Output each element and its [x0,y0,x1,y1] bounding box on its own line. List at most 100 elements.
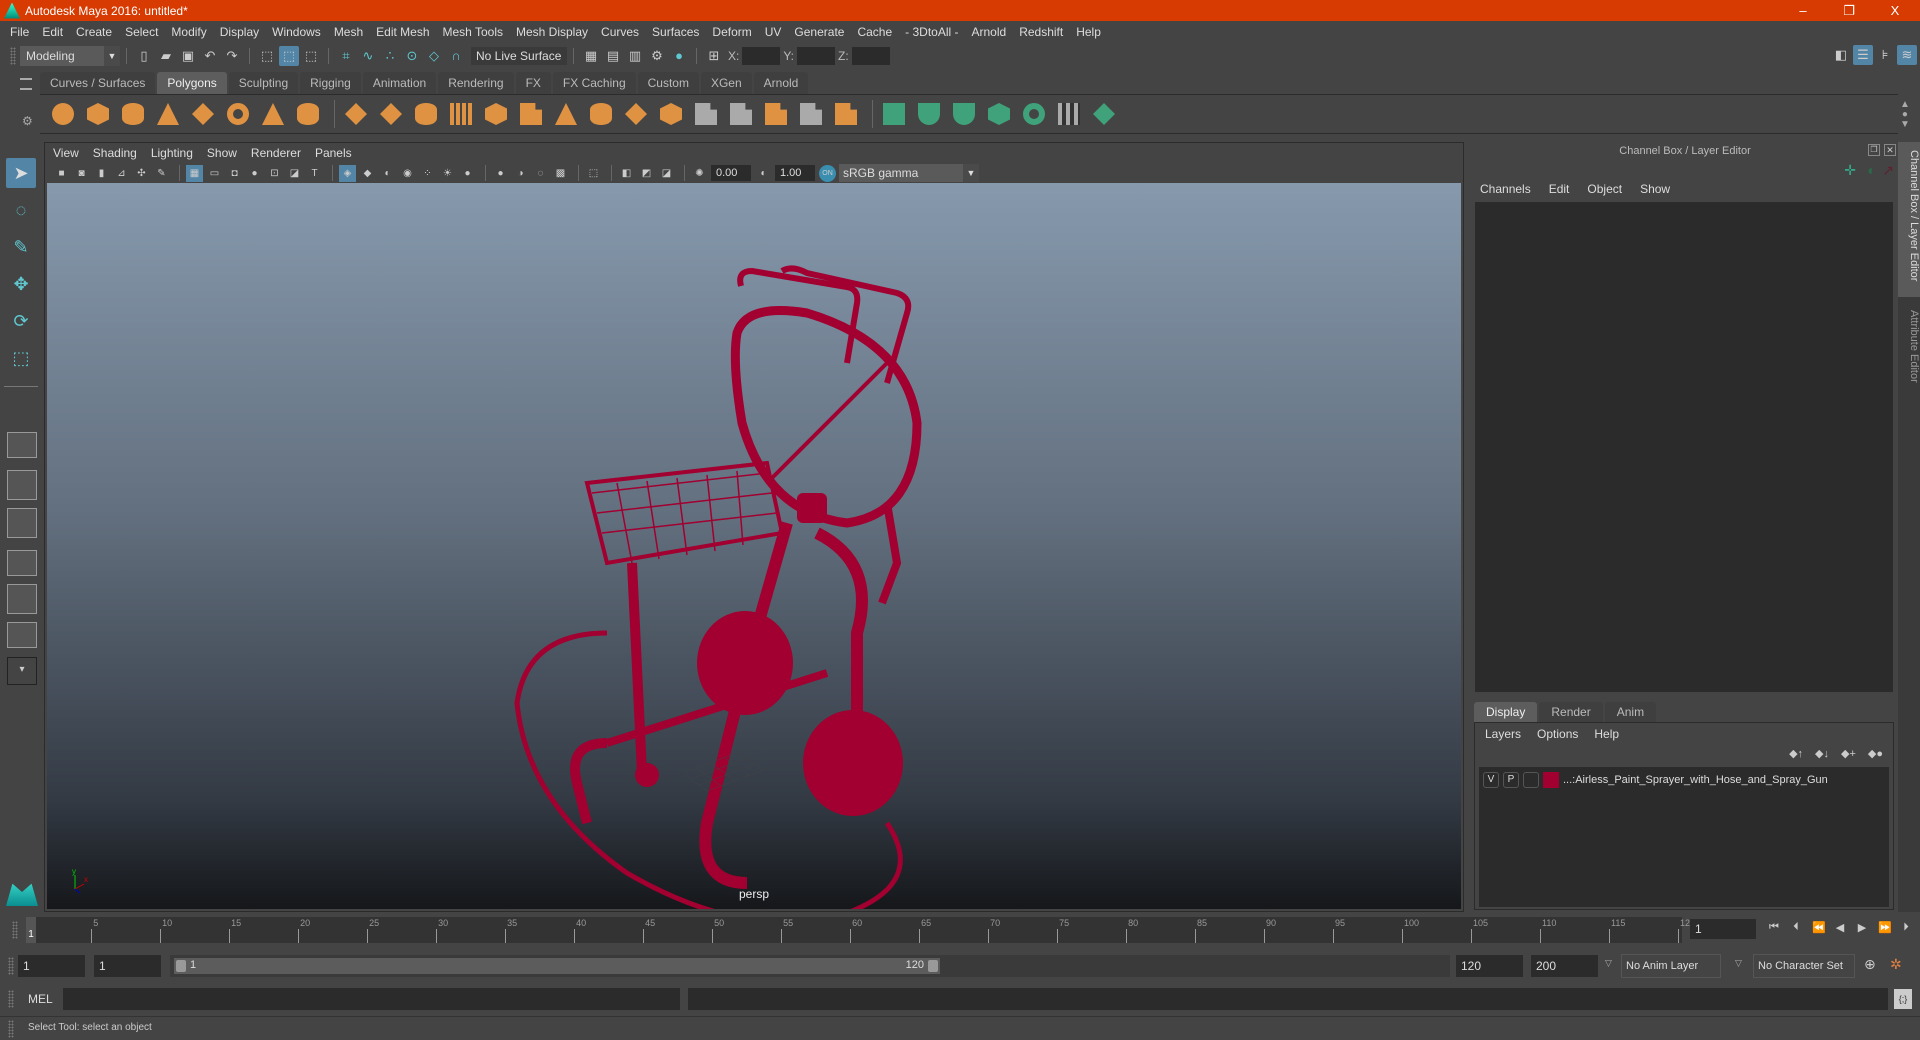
layers-menu[interactable]: Layers [1485,727,1521,741]
shelf-tab-fx-caching[interactable]: FX Caching [552,72,636,94]
uv-editor-icon[interactable] [1054,99,1084,129]
object-menu[interactable]: Object [1587,182,1622,196]
new-layer-from-selected-icon[interactable]: ◆● [1868,747,1883,760]
undo-icon[interactable]: ↶ [200,46,220,66]
menu-mesh-display[interactable]: Mesh Display [516,25,588,39]
drag-handle[interactable] [8,990,14,1008]
snap-curve-icon[interactable]: ∿ [358,46,378,66]
2d-pan-zoom-icon[interactable]: ✣ [133,165,150,182]
wireframe-on-shaded-icon[interactable]: ◉ [399,165,416,182]
layout-expand-button[interactable]: ▾ [7,657,37,685]
attribute-editor-toggle-icon[interactable]: ☰ [1853,45,1873,65]
chevron-down-icon[interactable]: ▽ [1605,958,1612,969]
float-panel-icon[interactable]: ❐ [1868,144,1880,156]
four-view-layout-icon[interactable] [7,470,37,500]
open-scene-icon[interactable]: ▰ [156,46,176,66]
bevel-icon[interactable] [656,99,686,129]
shelf-tab-arnold[interactable]: Arnold [753,72,809,94]
cylindrical-map-icon[interactable] [914,99,944,129]
film-gate-icon[interactable]: ▭ [206,165,223,182]
menu-edit[interactable]: Edit [42,25,63,39]
layer-display-type-toggle[interactable] [1523,772,1539,788]
poly-plane-icon[interactable] [188,99,218,129]
menu-3dtoall[interactable]: - 3DtoAll - [905,25,958,39]
z-field[interactable] [851,46,890,65]
menu-edit-mesh[interactable]: Edit Mesh [376,25,429,39]
y-field[interactable] [797,46,836,65]
menu-mesh[interactable]: Mesh [334,25,363,39]
multi-cut-icon[interactable] [551,99,581,129]
menu-arnold[interactable]: Arnold [972,25,1007,39]
xray-active-components-icon[interactable]: ◩ [638,165,655,182]
screen-space-ao-icon[interactable]: ● [492,165,509,182]
shelf-tab-polygons[interactable]: Polygons [157,72,227,94]
image-plane-icon[interactable]: ⊿ [113,165,130,182]
script-editor-icon[interactable]: {;} [1894,989,1912,1009]
shelf-tab-rendering[interactable]: Rendering [438,72,514,94]
resolution-gate-icon[interactable]: ◘ [226,165,243,182]
select-tool-icon[interactable]: ➤ [6,158,36,188]
color-management-toggle-icon[interactable]: ON [819,164,836,182]
drag-handle[interactable] [8,957,14,975]
snap-grid-icon[interactable]: ⌗ [336,46,356,66]
menu-help[interactable]: Help [1076,25,1101,39]
auto-key-icon[interactable]: ⊕ [1864,956,1876,973]
scale-tool-icon[interactable]: ⬚ [6,343,36,373]
wireframe-model-airless-paint-sprayer[interactable] [47,183,1461,909]
side-tab-channel-box[interactable]: Channel Box / Layer Editor [1898,142,1920,297]
chevron-down-icon[interactable]: ▽ [1735,958,1742,969]
shelf-tab-rigging[interactable]: Rigging [300,72,361,94]
minimize-button[interactable]: – [1780,0,1826,21]
safe-action-icon[interactable]: ◪ [286,165,303,182]
snap-point-icon[interactable]: ∴ [380,46,400,66]
exposure-field[interactable]: 0.00 [711,165,751,181]
tool-settings-toggle-icon[interactable]: ⊧ [1875,45,1895,65]
spherical-map-icon[interactable] [949,99,979,129]
grease-pencil-icon[interactable]: ✎ [153,165,170,182]
menu-windows[interactable]: Windows [272,25,321,39]
step-forward-key-icon[interactable]: ⏩ [1878,921,1892,935]
play-forwards-icon[interactable]: ▶ [1856,921,1868,935]
redo-icon[interactable]: ↷ [222,46,242,66]
separate-icon[interactable] [376,99,406,129]
command-input[interactable] [63,988,680,1010]
poly-pipe-icon[interactable] [293,99,323,129]
layer-playback-toggle[interactable]: P [1503,772,1519,788]
3d-viewport[interactable]: y x persp [47,183,1461,909]
new-scene-icon[interactable]: ▯ [134,46,154,66]
select-camera-icon[interactable]: ■ [53,165,70,182]
bookmark-icon[interactable]: ▮ [93,165,110,182]
smooth-icon[interactable] [446,99,476,129]
xray-icon[interactable]: ◧ [618,165,635,182]
save-scene-icon[interactable]: ▣ [178,46,198,66]
panel-menu-panels[interactable]: Panels [315,146,352,160]
render-settings-icon[interactable]: ⚙ [647,46,667,66]
wireframe-icon[interactable]: ◈ [339,164,356,182]
panel-menu-lighting[interactable]: Lighting [151,146,193,160]
grid-icon[interactable]: ▦ [186,164,203,182]
menu-mesh-tools[interactable]: Mesh Tools [443,25,503,39]
menu-cache[interactable]: Cache [857,25,892,39]
options-menu[interactable]: Options [1537,727,1578,741]
depth-of-field-icon[interactable]: ▩ [552,165,569,182]
channel-box-toggle-icon[interactable]: ≋ [1897,45,1917,65]
textured-icon[interactable]: ⁘ [419,165,436,182]
render-current-icon[interactable]: ▤ [603,46,623,66]
menu-file[interactable]: File [10,25,29,39]
show-menu[interactable]: Show [1640,182,1670,196]
menu-set-selector[interactable]: Modeling ▼ [20,45,120,66]
select-object-icon[interactable]: ⬚ [279,45,299,66]
exposure-icon[interactable]: ✺ [691,165,708,182]
camera-attributes-icon[interactable]: ◙ [73,165,90,182]
poly-cube-icon[interactable] [83,99,113,129]
shelf-tab-fx[interactable]: FX [515,72,551,94]
step-back-key-icon[interactable]: ⏪ [1812,921,1826,935]
restore-button[interactable]: ❐ [1826,0,1872,21]
gamma-field[interactable]: 1.00 [775,165,815,181]
panel-menu-show[interactable]: Show [207,146,237,160]
safe-title-icon[interactable]: T [306,165,323,182]
drag-handle[interactable] [10,46,16,65]
render-view-icon[interactable]: ▦ [581,46,601,66]
reduce-icon[interactable] [481,99,511,129]
quad-draw-icon[interactable] [831,99,861,129]
